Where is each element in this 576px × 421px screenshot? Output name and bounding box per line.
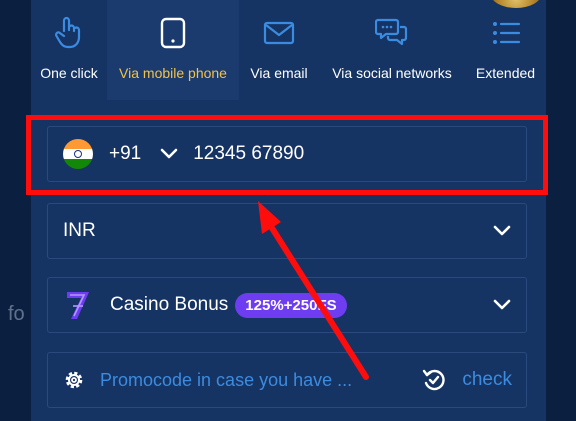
tab-label: Extended [475,65,536,81]
list-icon [489,16,523,50]
tab-via-email[interactable]: Via email [239,0,319,100]
phone-number-value[interactable]: 12345 67890 [193,143,304,165]
tab-label: One click [40,65,98,81]
chevron-down-icon[interactable] [159,147,179,161]
tab-label: Via social networks [332,65,452,81]
chevron-down-icon[interactable] [492,224,512,238]
currency-value: INR [63,220,96,241]
bonus-label: Casino Bonus [110,294,229,315]
chat-bubbles-icon [375,16,409,50]
phone-number-field[interactable]: +91 12345 67890 [47,126,527,182]
dial-code[interactable]: +91 [109,143,141,165]
tab-label: Via email [250,65,308,81]
background-text: fo [8,303,25,325]
pointer-hand-icon [52,16,86,50]
chevron-down-icon[interactable] [492,298,512,312]
tab-via-social-networks[interactable]: Via social networks [319,0,465,100]
tab-label: Via mobile phone [119,65,227,81]
check-promocode-button[interactable]: check [421,366,512,394]
bonus-badge: 125%+250FS [235,292,347,318]
india-flag-icon[interactable] [63,139,93,169]
envelope-icon [262,16,296,50]
refresh-check-icon [421,366,449,394]
check-label: check [462,369,512,390]
mobile-phone-icon [156,16,190,50]
currency-select[interactable]: INR [47,203,527,259]
promocode-field: check [47,352,527,408]
gear-icon [62,367,88,393]
registration-method-tabs: One click Via mobile phone Via email Via… [31,0,546,100]
bonus-select[interactable]: Casino Bonus 125%+250FS [47,277,527,333]
promocode-input[interactable] [100,369,396,391]
tab-one-click[interactable]: One click [31,0,107,100]
casino-seven-icon [64,289,92,321]
tab-extended[interactable]: Extended [465,0,546,100]
tab-via-mobile-phone[interactable]: Via mobile phone [107,0,239,100]
